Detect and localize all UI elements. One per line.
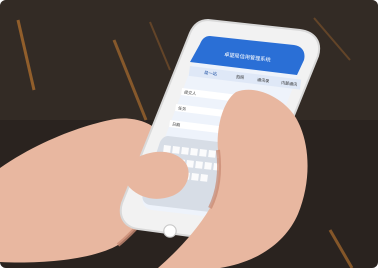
left-thumb [124, 151, 189, 199]
scene-illustration: 卓望局信用管理系统 局一站 拍照 通讯录 内部通讯 提交人 任务 日期 [0, 0, 378, 268]
photo-scene: 卓望局信用管理系统 局一站 拍照 通讯录 内部通讯 提交人 任务 日期 [0, 0, 378, 268]
field-label-date: 日期 [172, 121, 181, 128]
tab-photo[interactable]: 拍照 [236, 73, 245, 80]
home-button[interactable] [163, 224, 177, 238]
field-label-task: 任务 [178, 105, 187, 112]
